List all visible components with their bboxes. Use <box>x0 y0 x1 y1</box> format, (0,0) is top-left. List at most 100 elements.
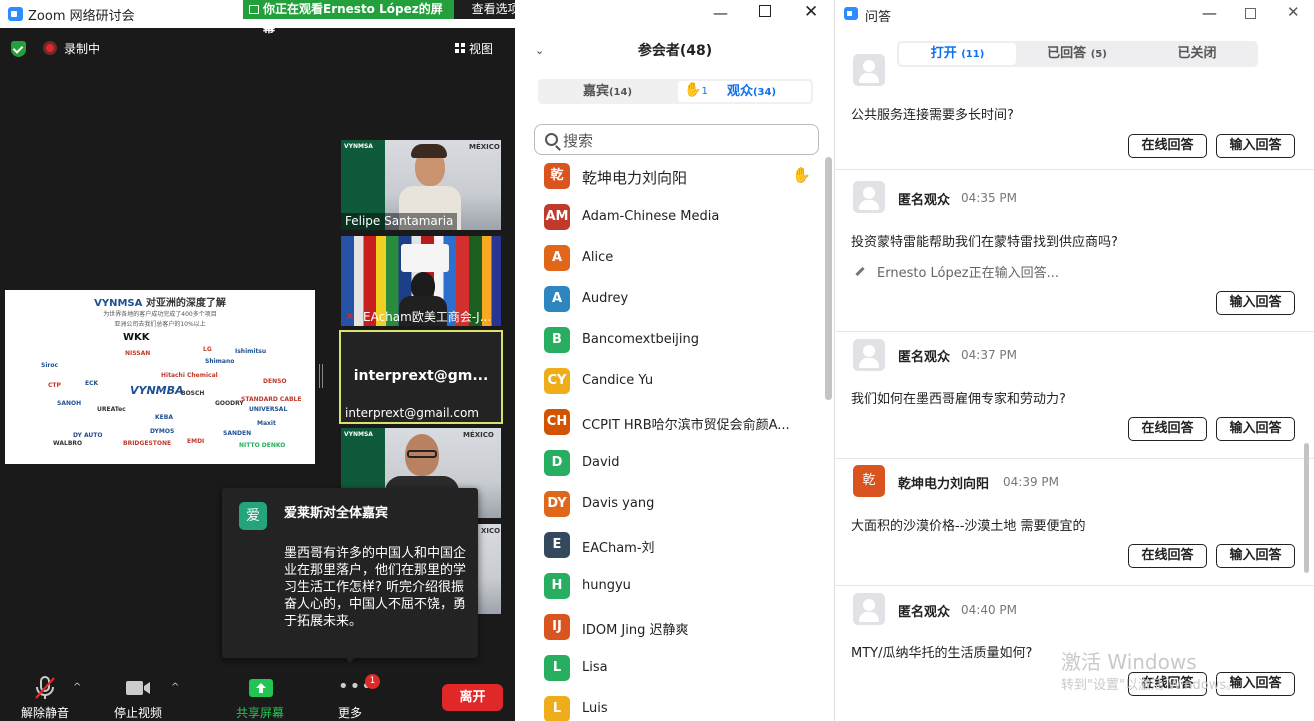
company-logo: WALBRO <box>53 440 83 447</box>
recording-icon <box>43 41 57 55</box>
participants-tabs: 嘉宾(14) 观众(34) ✋1 <box>538 79 813 104</box>
participant-name: Luis <box>582 701 608 716</box>
chat-notification-popup[interactable]: 爱 爱莱斯对全体嘉宾 墨西哥有许多的中国人和中国企业在那里落户，他们在那里的学习… <box>222 488 478 663</box>
question-author: 匿名观众 <box>898 605 951 620</box>
question-author: 乾坤电力刘向阳 <box>898 477 990 492</box>
participant-name: Candice Yu <box>582 373 654 388</box>
glasses <box>407 450 437 458</box>
encryption-shield-icon[interactable] <box>11 41 26 57</box>
thumb-brand: VYNMSA <box>344 143 373 150</box>
leave-button[interactable]: 离开 <box>442 684 503 711</box>
anonymous-avatar-icon <box>853 339 885 371</box>
participant-row[interactable]: E EACham-刘 <box>515 526 820 567</box>
question-author-avatar: 乾 <box>853 465 885 497</box>
participant-avatar: CH <box>544 409 570 435</box>
answer-live-button[interactable]: 在线回答 <box>1128 417 1207 441</box>
chat-sender-avatar: 爱 <box>239 502 267 530</box>
company-logo: Maxit <box>257 420 276 427</box>
question-author: 匿名观众 <box>898 350 951 365</box>
qa-title-bar: 问答 — ✕ <box>835 0 1314 28</box>
tab-open-label: 打开 <box>930 46 957 61</box>
tab-dismissed[interactable]: 已关闭 <box>1138 43 1256 65</box>
tab-dismissed-label: 已关闭 <box>1177 46 1217 61</box>
company-logo: DY AUTO <box>73 432 103 439</box>
participant-row[interactable]: CY Candice Yu <box>515 362 820 403</box>
view-button[interactable]: 视图 <box>455 40 493 57</box>
raised-hand-icon: ✋ <box>792 166 811 184</box>
participant-row[interactable]: A Audrey <box>515 280 820 321</box>
participant-row[interactable]: AM Adam-Chinese Media <box>515 198 820 239</box>
company-logo: NISSAN <box>125 350 151 357</box>
qa-tabs: 打开 (11) 已回答 (5) 已关闭 <box>897 41 1258 67</box>
video-options-caret[interactable]: ^ <box>171 682 179 693</box>
participant-avatar: D <box>544 450 570 476</box>
anonymous-avatar-icon <box>853 181 885 213</box>
company-logo: BOSCH <box>181 390 205 397</box>
slide-logo-cloud: WKK LG DENSO Ishimitsu VYNMBA CTP SANOH UREATec… <box>5 328 315 464</box>
tab-panelists-count: (14) <box>608 87 633 98</box>
resize-handle[interactable] <box>319 364 323 388</box>
camera-icon <box>126 681 150 695</box>
tab-attendees-label: 观众 <box>726 84 753 99</box>
participant-row[interactable]: CH CCPIT HRB哈尔滨市贸促会俞颜A... <box>515 403 820 444</box>
participant-avatar: IJ <box>544 614 570 640</box>
tab-answered[interactable]: 已回答 (5) <box>1018 43 1136 65</box>
participant-name: CCPIT HRB哈尔滨市贸促会俞颜A... <box>582 418 790 433</box>
minimize-button[interactable]: — <box>713 4 728 22</box>
slide-line-1: 为世界各地的客户成功完成了400多个项目 <box>103 311 217 318</box>
participant-row[interactable]: A Alice <box>515 239 820 280</box>
participant-row[interactable]: Hhungyu <box>515 567 820 608</box>
participant-scrollbar[interactable] <box>825 157 832 400</box>
participant-row[interactable]: B Bancomextbeijing <box>515 321 820 362</box>
tab-panelists[interactable]: 嘉宾(14) <box>540 81 675 102</box>
maximize-button[interactable] <box>1245 8 1256 19</box>
recording-label[interactable]: 录制中 <box>64 40 100 57</box>
type-answer-button[interactable]: 输入回答 <box>1216 417 1295 441</box>
participant-row[interactable]: DY Davis yang <box>515 485 820 526</box>
company-logo: EMDI <box>187 438 205 445</box>
maximize-button[interactable] <box>759 5 771 17</box>
participant-search-input[interactable]: 搜索 <box>534 124 819 155</box>
participant-row[interactable]: IJ IDOM Jing 迟静爽 <box>515 608 820 649</box>
unmute-label: 解除静音 <box>20 706 69 720</box>
qa-scrollbar[interactable] <box>1304 443 1309 573</box>
tab-open[interactable]: 打开 (11) <box>899 43 1016 65</box>
participant-row[interactable]: L Luis <box>515 690 820 721</box>
stop-video-label: 停止视频 <box>113 706 162 720</box>
participant-name: Bancomextbeijing <box>582 332 700 347</box>
company-logo: Siroc <box>41 362 59 369</box>
answer-live-button[interactable]: 在线回答 <box>1128 134 1207 158</box>
participant-avatar: B <box>544 327 570 353</box>
type-answer-button[interactable]: 输入回答 <box>1216 291 1295 315</box>
participant-avatar: E <box>544 532 570 558</box>
video-thumbnail-1[interactable]: VYNMSA MÉXICO Felipe Santamaria <box>341 140 501 230</box>
participant-row[interactable]: L Lisa <box>515 649 820 690</box>
question-author: 匿名观众 <box>898 193 951 208</box>
type-answer-button[interactable]: 输入回答 <box>1216 134 1295 158</box>
audio-options-caret[interactable]: ^ <box>73 682 81 693</box>
share-screen-label: 共享屏幕 <box>235 706 284 720</box>
participant-row[interactable]: 乾乾坤电力刘向阳 ✋ <box>515 157 820 198</box>
participant-name: 乾坤电力刘向阳 <box>582 169 688 187</box>
view-button-label: 视图 <box>469 42 494 56</box>
minimize-button[interactable]: — <box>1202 4 1217 22</box>
close-button[interactable]: ✕ <box>1287 3 1300 21</box>
thumb-tag: MÉXICO <box>469 143 500 151</box>
participant-avatar: L <box>544 696 570 721</box>
qa-window: 问答 — ✕ 打开 (11) 已回答 (5) 已关闭 公共服务连接需要多长时间?… <box>835 0 1314 721</box>
video-thumbnail-2[interactable]: ✕ EAcham欧美工商会-J... <box>341 236 501 326</box>
video-thumbnail-active-speaker[interactable]: interprext@gm... interprext@gmail.com <box>339 330 503 424</box>
type-answer-button[interactable]: 输入回答 <box>1216 544 1295 568</box>
participant-name: IDOM Jing 迟静爽 <box>582 623 689 638</box>
participant-name: Alice <box>582 250 614 265</box>
company-logo: UREATec <box>97 406 126 413</box>
pencil-icon <box>855 266 865 277</box>
answer-live-button[interactable]: 在线回答 <box>1128 544 1207 568</box>
participant-row[interactable]: D David <box>515 444 820 485</box>
close-button[interactable]: ✕ <box>804 2 818 22</box>
muted-mic-icon: ✕ <box>345 310 355 323</box>
company-logo: SANDEN <box>223 430 252 437</box>
question-item: 公共服务连接需要多长时间? 在线回答 输入回答 <box>835 54 1314 170</box>
company-logo: BRIDGESTONE <box>123 440 172 447</box>
zoom-main-window: Zoom 网络研讨会 你正在观看Ernesto López的屏幕 查看选项 ⌄ … <box>0 0 551 721</box>
